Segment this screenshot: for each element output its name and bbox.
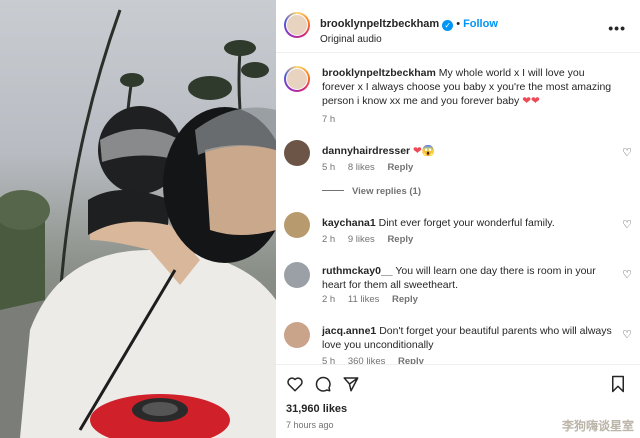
comment-body: Dint ever forget your wonderful family. [378,217,555,229]
comment-emoji: ❤😱 [413,145,435,157]
comment-like-heart-icon[interactable]: ♡ [622,328,632,341]
author-avatar[interactable] [284,12,310,38]
comment-text: kaychana1 Dint ever forget your wonderfu… [322,216,612,230]
caption-time: 7 h [322,114,336,125]
commenter-avatar[interactable] [284,212,310,238]
comment-text: jacq.anne1 Don't forget your beautiful p… [322,324,612,352]
reply-button[interactable]: Reply [387,234,413,245]
commenter-username[interactable]: dannyhairdresser [322,145,410,157]
comment-meta: 5 h 360 likes Reply [322,356,434,364]
like-count[interactable]: 31,960 likes [286,403,347,415]
comment-likes[interactable]: 360 likes [348,356,386,364]
replies-line [322,190,344,191]
heart-icon[interactable] [286,375,304,393]
comment-item: dannyhairdresser ❤😱 5 h 8 likes Reply ♡ [284,140,632,180]
reply-button[interactable]: Reply [392,294,418,305]
follow-button[interactable]: Follow [463,18,498,30]
comment-item: ruthmckay0__ You will learn one day ther… [284,262,632,310]
comment-likes[interactable]: 9 likes [348,234,375,245]
commenter-username[interactable]: jacq.anne1 [322,325,376,337]
comment-time: 5 h [322,162,336,173]
audio-label[interactable]: Original audio [320,34,498,45]
commenter-username[interactable]: ruthmckay0__ [322,265,393,277]
caption-avatar[interactable] [284,66,310,92]
caption-hearts: ❤❤ [522,95,540,107]
reply-button[interactable]: Reply [398,356,424,364]
action-bar [276,364,640,404]
comment-icon[interactable] [314,375,332,393]
post-header: brooklynpeltzbeckham ✓ • Follow Original au… [284,8,634,45]
verified-icon: ✓ [442,20,454,31]
separator-dot: • [456,18,461,30]
comment-text: dannyhairdresser ❤😱 [322,144,612,158]
comment-time: 5 h [322,356,336,364]
commenter-avatar[interactable] [284,140,310,166]
commenter-avatar[interactable] [284,322,310,348]
comment-text: ruthmckay0__ You will learn one day ther… [322,264,612,292]
comment-like-heart-icon[interactable]: ♡ [622,146,632,159]
caption: brooklynpeltzbeckham My whole world x I … [284,66,632,126]
caption-username[interactable]: brooklynpeltzbeckham [322,67,436,79]
share-icon[interactable] [342,375,360,393]
comment-meta: 5 h 8 likes Reply [322,162,423,173]
caption-text: brooklynpeltzbeckham My whole world x I … [322,66,612,108]
view-replies-button[interactable]: View replies (1) [322,186,421,197]
more-icon[interactable]: ••• [608,20,626,36]
comment-item: jacq.anne1 Don't forget your beautiful p… [284,322,632,364]
comment-time: 2 h [322,294,336,305]
reply-button[interactable]: Reply [387,162,413,173]
photo-illustration [0,9,276,438]
comment-likes[interactable]: 8 likes [348,162,375,173]
comment-like-heart-icon[interactable]: ♡ [622,218,632,231]
comment-time: 2 h [322,234,336,245]
comment-meta: 2 h 11 likes Reply [322,294,428,305]
comment-likes[interactable]: 11 likes [348,294,380,305]
watermark: 李狗嗨谈星室 [561,419,634,433]
header-divider [276,52,640,53]
caption-meta: 7 h [322,114,345,125]
post-panel: brooklynpeltzbeckham ✓ • Follow Original au… [276,0,640,438]
bookmark-icon[interactable] [610,375,626,393]
commenter-avatar[interactable] [284,262,310,288]
commenter-username[interactable]: kaychana1 [322,217,376,229]
post-time: 7 hours ago [286,420,334,430]
post-photo[interactable] [0,0,276,438]
view-replies-label: View replies (1) [352,186,421,197]
comment-item: kaychana1 Dint ever forget your wonderfu… [284,212,632,252]
comment-like-heart-icon[interactable]: ♡ [622,268,632,281]
comment-meta: 2 h 9 likes Reply [322,234,423,245]
author-username[interactable]: brooklynpeltzbeckham [320,18,439,30]
